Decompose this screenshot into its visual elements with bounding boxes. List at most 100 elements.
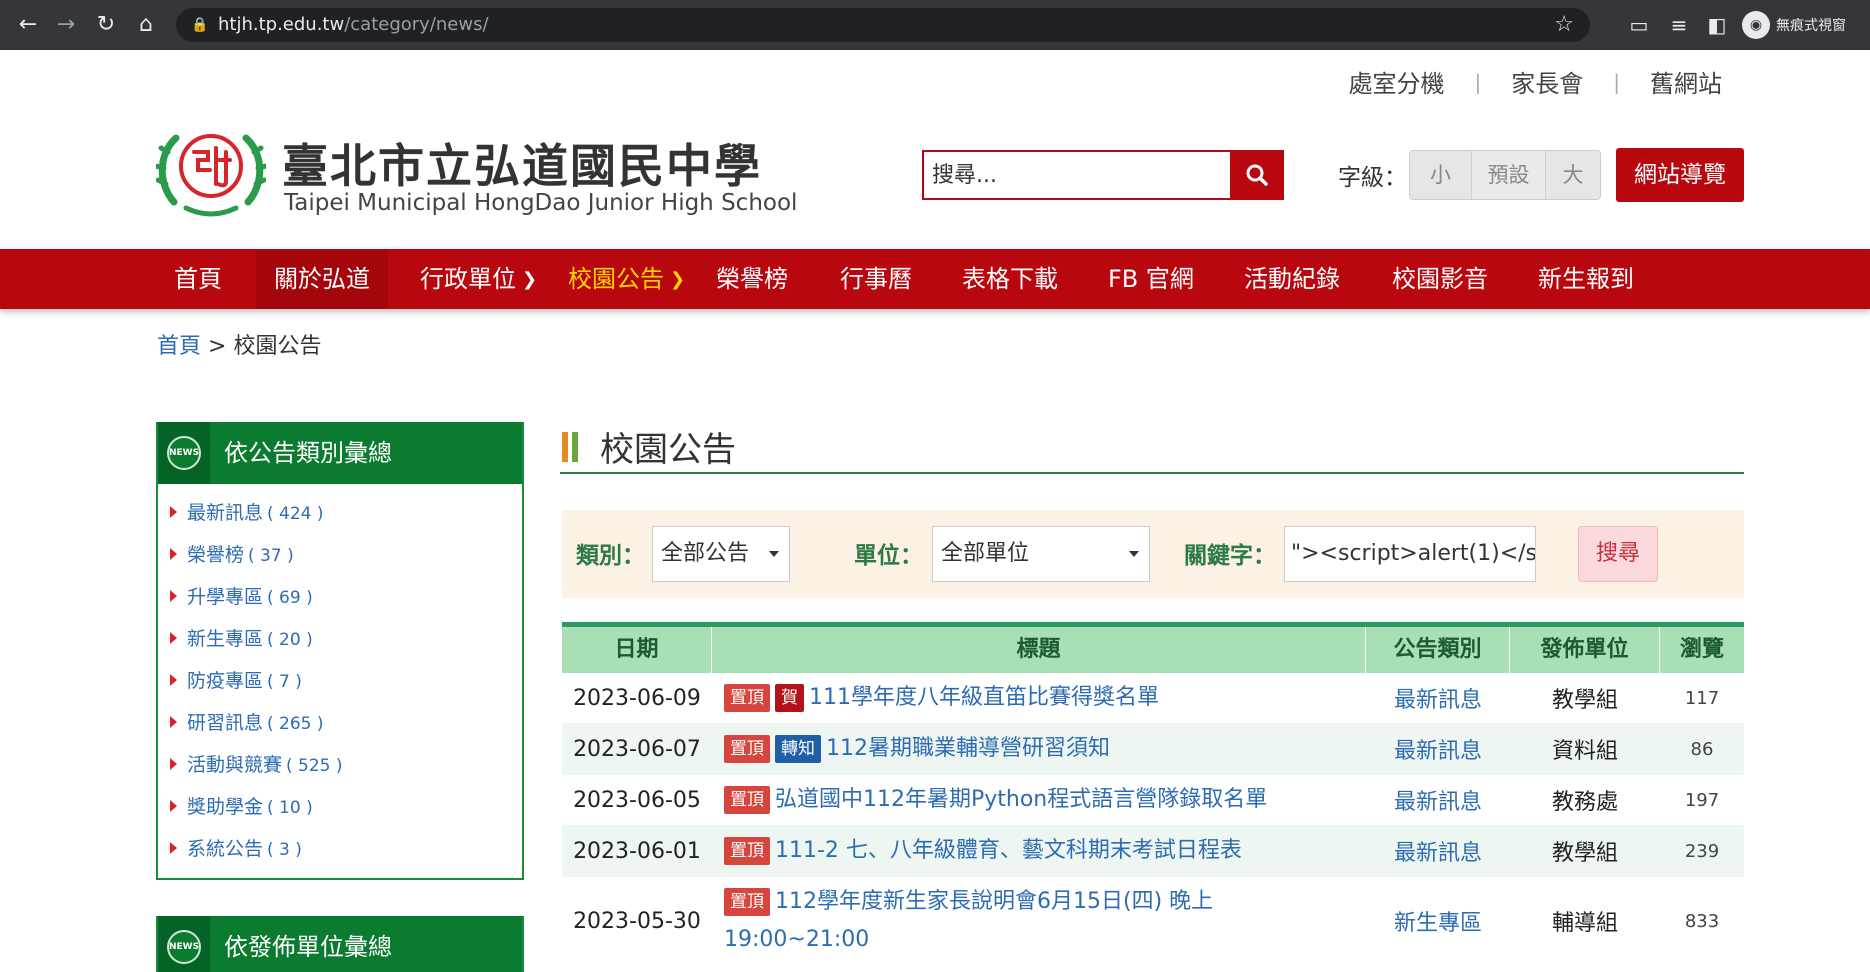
site-search xyxy=(922,150,1284,200)
row-category[interactable]: 最新訊息 xyxy=(1366,775,1510,825)
category-name: 防疫專區 xyxy=(187,670,264,692)
category-count: ( 37 ) xyxy=(248,546,294,566)
nav-item-enrollment[interactable]: 新生報到 xyxy=(1538,249,1634,309)
top-link-old-site[interactable]: 舊網站 xyxy=(1650,64,1722,99)
category-count: ( 424 ) xyxy=(267,504,324,524)
nav-item-admin[interactable]: 行政單位 ❯ xyxy=(420,249,537,309)
home-icon[interactable]: ⌂ xyxy=(132,11,160,39)
row-title-cell[interactable]: 置頂 弘道國中112年暑期Python程式語言營隊錄取名單 xyxy=(712,775,1366,825)
breadcrumb-current: 校園公告 xyxy=(233,334,322,359)
heading-bars-icon xyxy=(562,432,582,462)
row-title-cell[interactable]: 置頂賀 111學年度八年級直笛比賽得獎名單 xyxy=(712,673,1366,723)
search-input[interactable] xyxy=(922,150,1230,200)
nav-item-home[interactable]: 首頁 xyxy=(174,249,222,309)
sidebar-item-honors[interactable]: 榮譽榜( 37 ) xyxy=(158,534,522,576)
font-size-default-button[interactable]: 預設 xyxy=(1472,151,1546,199)
sidebar-item-system[interactable]: 系統公告( 3 ) xyxy=(158,828,522,870)
sidebar-item-scholarships[interactable]: 獎助學金( 10 ) xyxy=(158,786,522,828)
top-link-parents[interactable]: 家長會 xyxy=(1511,64,1583,99)
category-name: 榮譽榜 xyxy=(187,544,245,566)
unit-select[interactable]: 全部單位 xyxy=(932,526,1150,582)
row-title[interactable]: 111-2 七、八年級體育、藝文科期末考試日程表 xyxy=(775,832,1242,870)
media-queue-icon[interactable]: ≡ xyxy=(1666,12,1692,38)
sidebar-item-latest[interactable]: 最新訊息( 424 ) xyxy=(158,492,522,534)
row-category[interactable]: 最新訊息 xyxy=(1366,673,1510,723)
nav-item-about[interactable]: 關於弘道 xyxy=(256,249,388,309)
incognito-indicator[interactable]: ◉ 無痕式視窗 xyxy=(1742,10,1846,40)
school-logo[interactable] xyxy=(156,124,266,220)
category-name: 研習訊息 xyxy=(187,712,264,734)
row-date: 2023-06-09 xyxy=(573,685,701,711)
breadcrumb-home[interactable]: 首頁 xyxy=(157,334,201,359)
sidebar-unit-title: 依發佈單位彙總 xyxy=(224,933,392,961)
reload-icon[interactable]: ↻ xyxy=(92,11,120,39)
browser-toolbar: ← → ↻ ⌂ 🔒 htjh.tp.edu.tw/category/news/ … xyxy=(0,0,1870,50)
triangle-right-icon xyxy=(170,716,177,728)
triangle-right-icon xyxy=(170,506,177,518)
pinned-tag: 置頂 xyxy=(724,837,770,865)
caret-down-icon xyxy=(1129,551,1139,557)
news-table: 日期 標題 公告類別 發佈單位 瀏覽 2023-06-09 置頂賀 111學年度八… xyxy=(562,622,1744,965)
pinned-tag: 置頂 xyxy=(724,684,770,712)
row-title-cell[interactable]: 置頂 轉知 112暑期職業輔導營研習須知 xyxy=(712,723,1366,775)
sidebar-item-freshmen[interactable]: 新生專區( 20 ) xyxy=(158,618,522,660)
side-panel-icon[interactable]: ◧ xyxy=(1704,12,1730,38)
category-select[interactable]: 全部公告 xyxy=(652,526,790,582)
category-filter-label: 類別： xyxy=(576,543,645,569)
row-category[interactable]: 新生專區 xyxy=(1366,877,1510,965)
sidebar-item-epidemic[interactable]: 防疫專區( 7 ) xyxy=(158,660,522,702)
row-title[interactable]: 112暑期職業輔導營研習須知 xyxy=(826,730,1110,768)
row-unit: 輔導組 xyxy=(1551,911,1618,936)
row-title[interactable]: 112學年度新生家長說明會6月15日(四) 晚上19:00~21:00 xyxy=(724,889,1213,952)
triangle-right-icon xyxy=(170,632,177,644)
nav-item-forms[interactable]: 表格下載 xyxy=(962,249,1058,309)
nav-item-honors[interactable]: 榮譽榜 xyxy=(716,249,788,309)
keyword-input[interactable]: "><script>alert(1)</scri xyxy=(1284,526,1536,582)
nav-item-activities[interactable]: 活動紀錄 xyxy=(1244,249,1340,309)
back-icon[interactable]: ← xyxy=(14,11,42,39)
category-count: ( 525 ) xyxy=(286,756,343,776)
row-title[interactable]: 弘道國中112年暑期Python程式語言營隊錄取名單 xyxy=(775,781,1267,819)
sitemap-button[interactable]: 網站導覽 xyxy=(1616,148,1744,202)
nav-item-videos[interactable]: 校園影音 xyxy=(1392,249,1488,309)
font-size-small-button[interactable]: 小 xyxy=(1410,151,1472,199)
school-name[interactable]: 臺北市立弘道國民中學 xyxy=(282,130,762,196)
filter-search-button[interactable]: 搜尋 xyxy=(1578,526,1658,582)
nav-label: 表格下載 xyxy=(962,265,1058,293)
row-title-cell[interactable]: 置頂 111-2 七、八年級體育、藝文科期末考試日程表 xyxy=(712,825,1366,877)
top-link-extensions[interactable]: 處室分機 xyxy=(1349,64,1445,99)
row-views: 239 xyxy=(1684,840,1720,862)
category-name: 升學專區 xyxy=(187,586,264,608)
sidebar-item-training[interactable]: 研習訊息( 265 ) xyxy=(158,702,522,744)
bookmark-star-icon[interactable]: ☆ xyxy=(1554,12,1574,37)
address-bar[interactable]: 🔒 htjh.tp.edu.tw/category/news/ ☆ xyxy=(176,8,1590,42)
row-unit: 教學組 xyxy=(1551,841,1618,866)
row-views: 86 xyxy=(1690,738,1714,760)
col-category-header[interactable]: 公告類別 xyxy=(1366,627,1510,673)
sidebar-category-box: NEWS 依公告類別彙總 最新訊息( 424 ) 榮譽榜( 37 ) 升學專區(… xyxy=(156,422,524,880)
row-category[interactable]: 最新訊息 xyxy=(1366,723,1510,775)
row-title-cell[interactable]: 置頂 112學年度新生家長說明會6月15日(四) 晚上19:00~21:00 xyxy=(712,877,1366,965)
row-category[interactable]: 最新訊息 xyxy=(1366,825,1510,877)
font-size-large-button[interactable]: 大 xyxy=(1546,151,1600,199)
nav-item-calendar[interactable]: 行事曆 xyxy=(840,249,912,309)
sidebar-item-admission[interactable]: 升學專區( 69 ) xyxy=(158,576,522,618)
news-icon: NEWS xyxy=(167,436,201,470)
cast-icon[interactable]: ▭ xyxy=(1626,12,1652,38)
forward-icon[interactable]: → xyxy=(52,11,80,39)
sidebar-category-header: NEWS 依公告類別彙總 xyxy=(158,422,522,484)
triangle-right-icon xyxy=(170,800,177,812)
col-unit-header[interactable]: 發佈單位 xyxy=(1510,627,1660,673)
col-title-header[interactable]: 標題 xyxy=(712,627,1366,673)
news-badge: NEWS xyxy=(158,422,210,484)
nav-item-facebook[interactable]: FB 官網 xyxy=(1108,249,1194,309)
search-button[interactable] xyxy=(1230,150,1284,200)
row-title[interactable]: 111學年度八年級直笛比賽得獎名單 xyxy=(809,679,1159,717)
col-views-header[interactable]: 瀏覽 xyxy=(1660,627,1744,673)
sidebar-category-list: 最新訊息( 424 ) 榮譽榜( 37 ) 升學專區( 69 ) 新生專區( 2… xyxy=(158,484,522,878)
sidebar-item-competitions[interactable]: 活動與競賽( 525 ) xyxy=(158,744,522,786)
url-text: htjh.tp.edu.tw/category/news/ xyxy=(218,14,489,35)
col-date-header[interactable]: 日期 xyxy=(562,627,712,673)
school-name-en: Taipei Municipal HongDao Junior High Sch… xyxy=(284,190,798,216)
nav-item-announcements[interactable]: 校園公告 ❯ xyxy=(568,249,685,309)
